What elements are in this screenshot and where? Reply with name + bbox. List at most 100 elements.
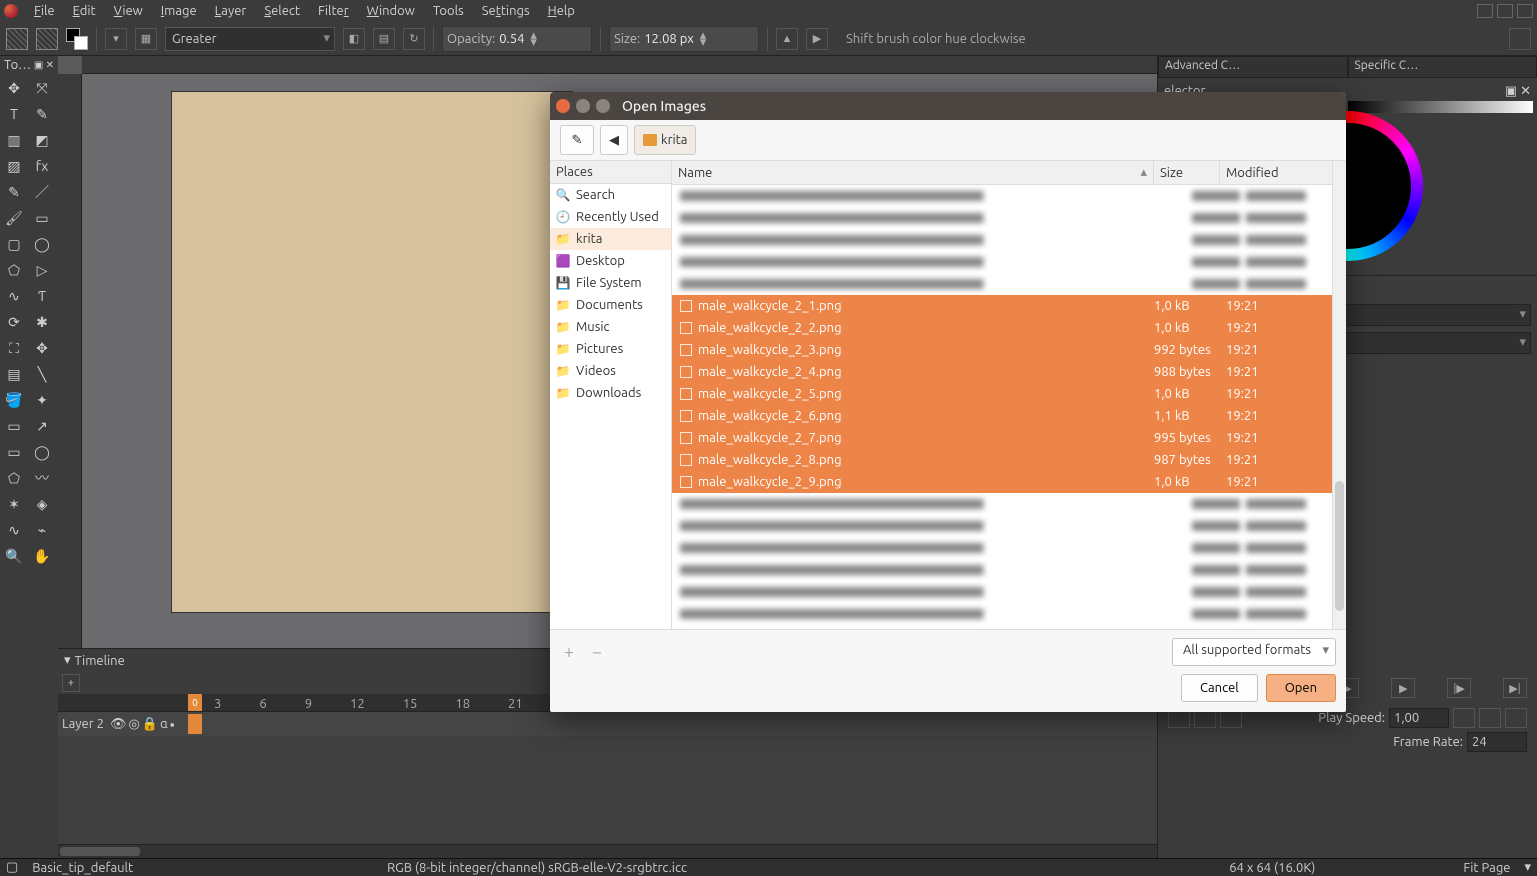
minimize-icon[interactable] bbox=[576, 99, 590, 113]
path-back-button[interactable]: ◀ bbox=[600, 125, 628, 155]
lock-icon[interactable]: 🔒 bbox=[142, 717, 158, 732]
places-item-search[interactable]: 🔍Search bbox=[550, 184, 671, 206]
menu-tools[interactable]: Tools bbox=[425, 2, 472, 20]
menu-help[interactable]: Help bbox=[540, 2, 583, 20]
toolbox-float-icon[interactable]: ▣ ✕ bbox=[34, 59, 54, 71]
play-speed-input[interactable] bbox=[1389, 708, 1449, 728]
brush-preset-2[interactable] bbox=[36, 28, 58, 50]
window-close-icon[interactable] bbox=[1517, 4, 1533, 18]
tool-fill[interactable]: 🪣 bbox=[2, 388, 26, 412]
bookmark-remove-icon[interactable]: − bbox=[588, 642, 606, 662]
tool-freehand-path[interactable]: Ƭ bbox=[30, 284, 54, 308]
file-row[interactable]: male_walkcycle_2_5.png1,0 kB19:21 bbox=[672, 383, 1346, 405]
menu-image[interactable]: Image bbox=[153, 2, 205, 20]
timeline-add-btn[interactable]: + bbox=[62, 674, 80, 692]
window-maximize-icon[interactable] bbox=[1497, 4, 1513, 18]
file-row[interactable]: male_walkcycle_2_9.png1,0 kB19:21 bbox=[672, 471, 1346, 493]
column-modified[interactable]: Modified bbox=[1220, 161, 1346, 184]
layer-square-icon[interactable]: ▪ bbox=[170, 717, 175, 732]
tool-arrow[interactable]: ↗ bbox=[30, 414, 54, 438]
menu-settings[interactable]: Settings bbox=[474, 2, 538, 20]
menu-view[interactable]: View bbox=[106, 2, 151, 20]
menu-file[interactable]: File bbox=[26, 2, 63, 20]
status-fit[interactable]: Fit Page bbox=[1463, 861, 1510, 875]
places-item-file-system[interactable]: 💾File System bbox=[550, 272, 671, 294]
alpha-lock-toggle[interactable]: ▤ bbox=[373, 28, 395, 50]
file-row[interactable]: male_walkcycle_2_1.png1,0 kB19:21 bbox=[672, 295, 1346, 317]
file-row[interactable]: male_walkcycle_2_6.png1,1 kB19:21 bbox=[672, 405, 1346, 427]
tool-freehand-brush[interactable]: 🖌 bbox=[2, 206, 26, 230]
tool-pan[interactable]: ✋ bbox=[30, 544, 54, 568]
close-icon[interactable] bbox=[556, 99, 570, 113]
tool-select-rect[interactable]: ▭ bbox=[2, 440, 26, 464]
tool-pattern-edit[interactable]: ▥ bbox=[2, 128, 26, 152]
reload-preset[interactable]: ↻ bbox=[403, 28, 425, 50]
file-row[interactable]: male_walkcycle_2_3.png992 bytes19:21 bbox=[672, 339, 1346, 361]
tool-select-bezier[interactable]: ∿ bbox=[2, 518, 26, 542]
menu-window[interactable]: Window bbox=[359, 2, 423, 20]
places-item-krita[interactable]: 📁krita bbox=[550, 228, 671, 250]
timeline-scrollbar[interactable] bbox=[58, 844, 1157, 858]
brush-preset-1[interactable] bbox=[6, 28, 28, 50]
places-item-downloads[interactable]: 📁Downloads bbox=[550, 382, 671, 404]
tool-select-poly[interactable]: ⬠ bbox=[2, 466, 26, 490]
alpha-icon[interactable]: α bbox=[160, 717, 168, 732]
selector-float-icon[interactable]: ▣ ✕ bbox=[1505, 84, 1531, 99]
status-dropdown-icon[interactable]: ▾ bbox=[1524, 860, 1531, 875]
tool-move2[interactable]: ✥ bbox=[30, 336, 54, 360]
tool-measure[interactable]: ╲ bbox=[30, 362, 54, 386]
canvas-document[interactable] bbox=[172, 92, 572, 612]
tool-gradient-edit[interactable]: ◩ bbox=[30, 128, 54, 152]
tool-crop[interactable]: ⛶ bbox=[2, 336, 26, 360]
tool-rect2[interactable]: ▢ bbox=[2, 232, 26, 256]
tool-gradient[interactable]: ▨ bbox=[2, 154, 26, 178]
blend-mode-select[interactable]: Greater bbox=[165, 27, 335, 51]
menu-select[interactable]: Select bbox=[256, 2, 308, 20]
places-item-desktop[interactable]: 🟪Desktop bbox=[550, 250, 671, 272]
tool-calligraphy[interactable]: ✎ bbox=[30, 102, 54, 126]
tool-select-contig[interactable]: ✶ bbox=[2, 492, 26, 516]
tool-rect[interactable]: ▭ bbox=[30, 206, 54, 230]
tool-assistant[interactable]: ▤ bbox=[2, 362, 26, 386]
value-gradient[interactable] bbox=[1348, 101, 1534, 113]
places-item-music[interactable]: 📁Music bbox=[550, 316, 671, 338]
tool-color-picker[interactable]: ✎ bbox=[2, 180, 26, 204]
next-frame-icon[interactable]: ▶ bbox=[1391, 678, 1415, 698]
status-selection-icon[interactable]: ▢ bbox=[6, 860, 18, 875]
file-list-scrollbar[interactable] bbox=[1332, 161, 1346, 629]
anim-icon-e[interactable] bbox=[1479, 708, 1501, 728]
cancel-button[interactable]: Cancel bbox=[1181, 674, 1258, 702]
file-row[interactable]: male_walkcycle_2_8.png987 bytes19:21 bbox=[672, 449, 1346, 471]
tab-advanced-color[interactable]: Advanced C… bbox=[1158, 56, 1348, 78]
places-item-recently-used[interactable]: 🕘Recently Used bbox=[550, 206, 671, 228]
tool-zoom[interactable]: 🔍 bbox=[2, 544, 26, 568]
mirror-vertical-icon[interactable]: ▶ bbox=[806, 28, 828, 50]
visibility-icon[interactable]: 👁 bbox=[110, 717, 127, 732]
frame-rate-input[interactable] bbox=[1467, 732, 1527, 752]
gradient-btn[interactable]: ▾ bbox=[105, 28, 127, 50]
maximize-icon[interactable] bbox=[596, 99, 610, 113]
tool-text[interactable]: T bbox=[2, 102, 26, 126]
path-edit-button[interactable]: ✎ bbox=[560, 125, 594, 155]
tool-select-free[interactable]: 〰 bbox=[30, 466, 54, 490]
tool-move[interactable]: ✥ bbox=[2, 76, 26, 100]
mirror-horizontal-icon[interactable]: ▲ bbox=[776, 28, 798, 50]
tab-specific-color[interactable]: Specific C… bbox=[1348, 56, 1537, 78]
file-row[interactable]: male_walkcycle_2_4.png988 bytes19:21 bbox=[672, 361, 1346, 383]
fg-bg-swatch[interactable] bbox=[66, 28, 88, 50]
tool-smart-fill[interactable]: ✦ bbox=[30, 388, 54, 412]
anim-icon-d[interactable] bbox=[1453, 708, 1475, 728]
tool-select-ellipse[interactable]: ◯ bbox=[30, 440, 54, 464]
tool-polygon[interactable]: ⬠ bbox=[2, 258, 26, 282]
file-filter-select[interactable]: All supported formats bbox=[1172, 638, 1336, 666]
tool-select-similar[interactable]: ◈ bbox=[30, 492, 54, 516]
timeline-layer-row[interactable]: Layer 2 👁 ◎ 🔒 α ▪ bbox=[58, 712, 1157, 736]
size-spinner[interactable]: Size: 12.08 px ▴▾ bbox=[609, 26, 759, 52]
column-name[interactable]: Name▴ bbox=[672, 161, 1154, 184]
places-item-documents[interactable]: 📁Documents bbox=[550, 294, 671, 316]
next-key-icon[interactable]: |▶ bbox=[1447, 678, 1471, 698]
onion-icon[interactable]: ◎ bbox=[128, 717, 139, 732]
open-button[interactable]: Open bbox=[1266, 674, 1336, 702]
workspace-switcher[interactable] bbox=[1509, 28, 1531, 50]
column-size[interactable]: Size bbox=[1154, 161, 1220, 184]
